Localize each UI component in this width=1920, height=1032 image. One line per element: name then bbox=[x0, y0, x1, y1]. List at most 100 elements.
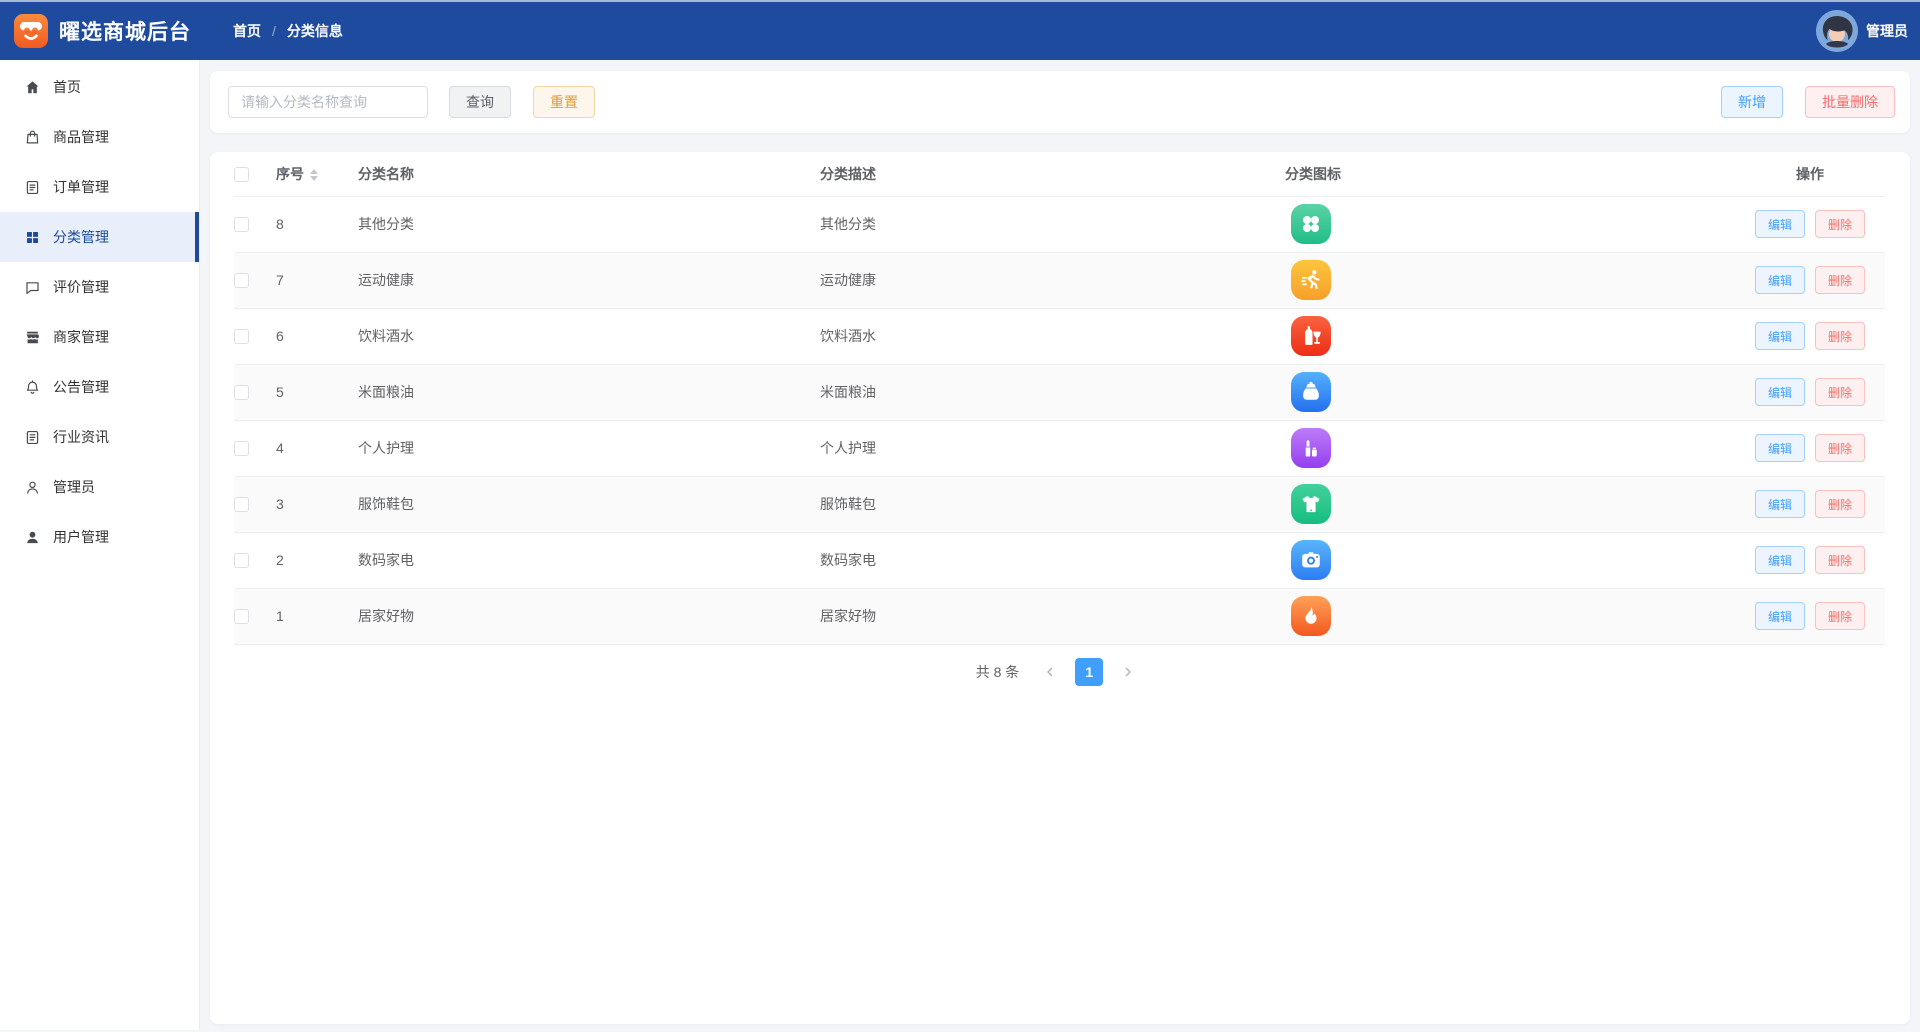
row-checkbox[interactable] bbox=[234, 385, 249, 401]
table-row: 6 饮料酒水 饮料酒水 编辑 删除 bbox=[234, 308, 1885, 365]
search-input[interactable] bbox=[228, 86, 428, 118]
column-header-name: 分类名称 bbox=[358, 152, 820, 197]
edit-button[interactable]: 编辑 bbox=[1754, 434, 1805, 462]
delete-button[interactable]: 删除 bbox=[1815, 546, 1866, 574]
row-category-name: 其他分类 bbox=[358, 196, 820, 253]
delete-button[interactable]: 删除 bbox=[1815, 210, 1866, 238]
edit-button[interactable]: 编辑 bbox=[1754, 490, 1805, 518]
sidebar-item-users[interactable]: 用户管理 bbox=[0, 512, 199, 562]
user-person-icon bbox=[24, 529, 41, 546]
row-index: 6 bbox=[268, 308, 358, 365]
row-category-desc: 运动健康 bbox=[820, 252, 1285, 309]
sidebar-item-category[interactable]: 分类管理 bbox=[0, 212, 199, 262]
row-category-name: 个人护理 bbox=[358, 420, 820, 477]
sidebar-item-label: 首页 bbox=[53, 79, 81, 95]
delete-button[interactable]: 删除 bbox=[1815, 322, 1866, 350]
table-row: 1 居家好物 居家好物 编辑 删除 bbox=[234, 588, 1885, 645]
admin-person-icon bbox=[24, 479, 41, 496]
category-grid-icon bbox=[24, 229, 41, 246]
top-header: 曜选商城后台 首页 / 分类信息 管理员 bbox=[0, 0, 1920, 60]
sidebar-item-label: 商家管理 bbox=[53, 329, 109, 345]
row-checkbox[interactable] bbox=[234, 553, 249, 569]
pagination-prev-icon[interactable] bbox=[1035, 658, 1065, 686]
delete-button[interactable]: 删除 bbox=[1815, 490, 1866, 518]
column-header-icon: 分类图标 bbox=[1285, 152, 1735, 197]
user-name: 管理员 bbox=[1866, 23, 1908, 39]
table-row: 8 其他分类 其他分类 编辑 删除 bbox=[234, 196, 1885, 253]
row-checkbox[interactable] bbox=[234, 329, 249, 345]
user-box: 管理员 bbox=[1816, 10, 1908, 52]
home-icon bbox=[24, 79, 41, 96]
sort-carets-icon[interactable] bbox=[310, 169, 318, 182]
row-index: 7 bbox=[268, 252, 358, 309]
sidebar-item-admin[interactable]: 管理员 bbox=[0, 462, 199, 512]
row-checkbox[interactable] bbox=[234, 273, 249, 289]
pagination-next-icon[interactable] bbox=[1113, 658, 1143, 686]
edit-button[interactable]: 编辑 bbox=[1754, 322, 1805, 350]
main-content: 查询 重置 新增 批量删除 序号 分类名称 分类描述 bbox=[200, 60, 1920, 1030]
table-row: 5 米面粮油 米面粮油 编辑 删除 bbox=[234, 364, 1885, 421]
sidebar-item-label: 商品管理 bbox=[53, 129, 109, 145]
add-button[interactable]: 新增 bbox=[1721, 86, 1783, 118]
table-body: 8 其他分类 其他分类 编辑 删除 7 运动健康 运动健康 编辑 删除 6 饮料酒水 饮料酒水 编辑 删除 5… bbox=[234, 196, 1885, 645]
row-category-desc: 居家好物 bbox=[820, 588, 1285, 645]
row-category-desc: 米面粮油 bbox=[820, 364, 1285, 421]
table-row: 2 数码家电 数码家电 编辑 删除 bbox=[234, 532, 1885, 589]
row-index: 4 bbox=[268, 420, 358, 477]
delete-button[interactable]: 删除 bbox=[1815, 378, 1866, 406]
breadcrumb: 首页 / 分类信息 bbox=[233, 21, 343, 41]
row-checkbox[interactable] bbox=[234, 217, 249, 233]
avatar[interactable] bbox=[1816, 10, 1858, 52]
sidebar-item-notice[interactable]: 公告管理 bbox=[0, 362, 199, 412]
sidebar-item-label: 用户管理 bbox=[53, 529, 109, 545]
select-all-checkbox[interactable] bbox=[234, 167, 249, 183]
sidebar-item-label: 管理员 bbox=[53, 479, 95, 495]
comment-icon bbox=[24, 279, 41, 296]
goods-bag-icon bbox=[24, 129, 41, 146]
row-index: 8 bbox=[268, 196, 358, 253]
order-doc-icon bbox=[24, 179, 41, 196]
row-checkbox[interactable] bbox=[234, 497, 249, 513]
reset-button[interactable]: 重置 bbox=[533, 86, 595, 118]
table-row: 4 个人护理 个人护理 编辑 删除 bbox=[234, 420, 1885, 477]
table-header-row: 序号 分类名称 分类描述 分类图标 操作 bbox=[234, 152, 1885, 197]
breadcrumb-home[interactable]: 首页 bbox=[233, 21, 261, 41]
sidebar: 首页商品管理订单管理 分类管理 评价管理商家管理公告管理 行业资讯管理员用户管理 bbox=[0, 60, 200, 1030]
row-category-name: 运动健康 bbox=[358, 252, 820, 309]
sidebar-item-goods[interactable]: 商品管理 bbox=[0, 112, 199, 162]
row-category-desc: 其他分类 bbox=[820, 196, 1285, 253]
row-category-desc: 饮料酒水 bbox=[820, 308, 1285, 365]
sidebar-item-merchant[interactable]: 商家管理 bbox=[0, 312, 199, 362]
edit-button[interactable]: 编辑 bbox=[1754, 210, 1805, 238]
breadcrumb-current: 分类信息 bbox=[286, 23, 343, 39]
bell-icon bbox=[24, 379, 41, 396]
delete-button[interactable]: 删除 bbox=[1815, 434, 1866, 462]
delete-button[interactable]: 删除 bbox=[1815, 602, 1866, 630]
edit-button[interactable]: 编辑 bbox=[1754, 378, 1805, 406]
edit-button[interactable]: 编辑 bbox=[1754, 266, 1805, 294]
edit-button[interactable]: 编辑 bbox=[1754, 546, 1805, 574]
pagination-total: 共 8 条 bbox=[975, 663, 1020, 680]
sidebar-item-reviews[interactable]: 评价管理 bbox=[0, 262, 199, 312]
row-category-name: 饮料酒水 bbox=[358, 308, 820, 365]
sidebar-item-news[interactable]: 行业资讯 bbox=[0, 412, 199, 462]
sidebar-item-orders[interactable]: 订单管理 bbox=[0, 162, 199, 212]
row-checkbox[interactable] bbox=[234, 609, 249, 625]
batch-delete-button[interactable]: 批量删除 bbox=[1805, 86, 1895, 118]
flame-icon bbox=[1291, 596, 1331, 636]
toolbar: 查询 重置 新增 批量删除 bbox=[210, 71, 1910, 133]
news-doc-icon bbox=[24, 429, 41, 446]
bottle-wine-icon bbox=[1291, 316, 1331, 356]
edit-button[interactable]: 编辑 bbox=[1754, 602, 1805, 630]
query-button[interactable]: 查询 bbox=[449, 86, 511, 118]
app-title: 曜选商城后台 bbox=[59, 21, 191, 44]
category-table: 序号 分类名称 分类描述 分类图标 操作 8 其他分类 其他分类 编辑 删除 7 运动健康运… bbox=[234, 152, 1885, 645]
sidebar-item-home[interactable]: 首页 bbox=[0, 62, 199, 112]
rice-bag-icon bbox=[1291, 372, 1331, 412]
row-category-name: 居家好物 bbox=[358, 588, 820, 645]
row-index: 2 bbox=[268, 532, 358, 589]
pagination-page-1[interactable]: 1 bbox=[1075, 657, 1104, 686]
row-checkbox[interactable] bbox=[234, 441, 249, 457]
storefront-icon bbox=[24, 329, 41, 346]
delete-button[interactable]: 删除 bbox=[1815, 266, 1866, 294]
